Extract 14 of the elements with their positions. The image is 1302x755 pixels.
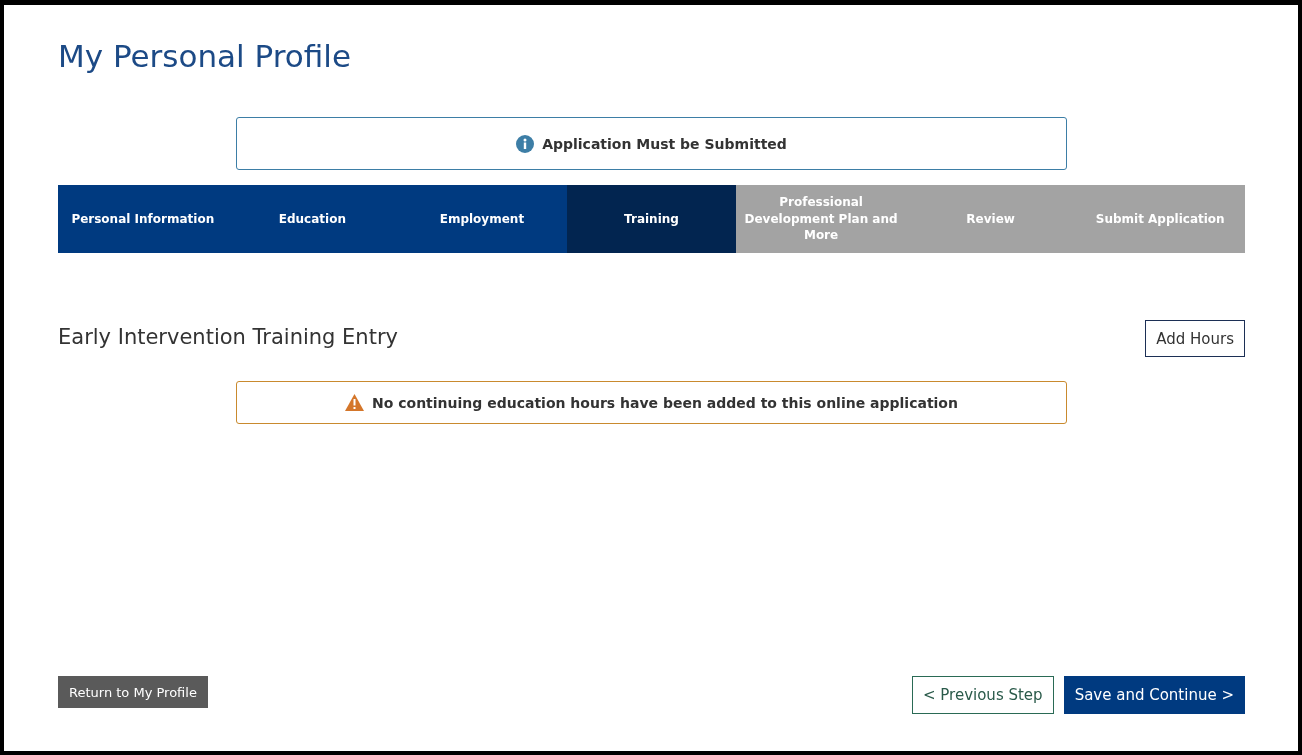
step-tab[interactable]: Education: [227, 185, 398, 253]
banner-text: No continuing education hours have been added to this online application: [372, 394, 958, 411]
info-icon: [516, 134, 535, 153]
banner-text: Application Must be Submitted: [542, 135, 787, 152]
section-title: Early Intervention Training Entry: [58, 325, 398, 349]
step-tab[interactable]: Personal Information: [58, 185, 228, 253]
add-hours-button[interactable]: Add Hours: [1145, 320, 1245, 357]
return-button[interactable]: Return to My Profile: [58, 676, 208, 708]
step-tab[interactable]: Training: [566, 185, 737, 253]
save-continue-button[interactable]: Save and Continue >: [1063, 676, 1245, 714]
previous-step-button[interactable]: < Previous Step: [911, 676, 1054, 714]
step-tab[interactable]: Employment: [397, 185, 567, 253]
warning-icon: [345, 394, 364, 411]
page-title: My Personal Profile: [58, 37, 352, 76]
